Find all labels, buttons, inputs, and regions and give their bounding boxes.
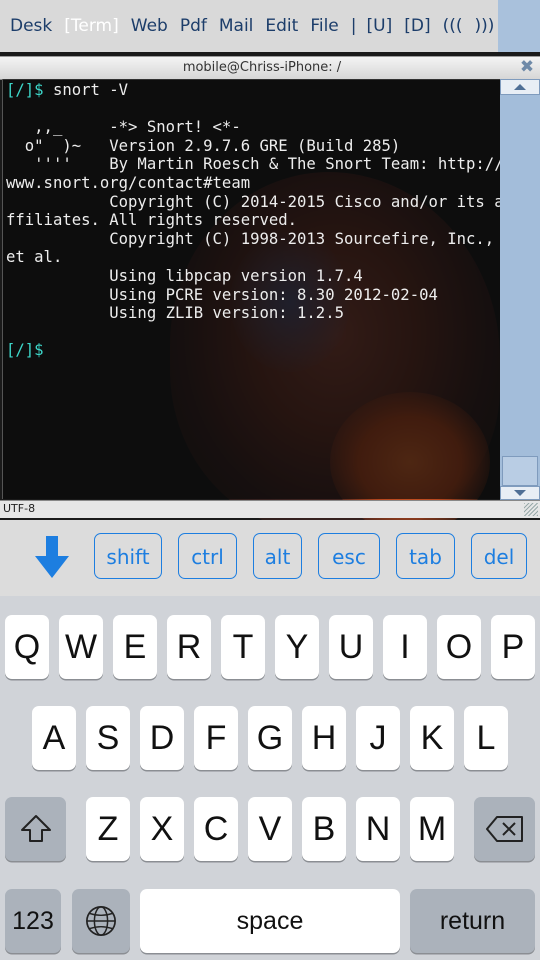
terminal-prompt: [/]$ <box>6 81 44 99</box>
space-key[interactable]: space <box>140 889 400 953</box>
key-p[interactable]: P <box>491 615 535 679</box>
key-l[interactable]: L <box>464 706 508 770</box>
tab-key[interactable]: tab <box>396 533 455 579</box>
terminal-line: ffiliates. All rights reserved. <box>6 211 298 230</box>
terminal-line: Copyright (C) 1998-2013 Sourcefire, Inc.… <box>6 229 495 248</box>
menu-mail[interactable]: Mail <box>219 16 254 36</box>
key-h[interactable]: H <box>302 706 346 770</box>
shift-arrow-icon <box>20 815 51 842</box>
menu-separator: | <box>350 16 357 36</box>
terminal-line: Using ZLIB version: 1.2.5 <box>6 304 344 323</box>
key-x[interactable]: X <box>140 797 184 861</box>
menubar-edge <box>498 0 540 52</box>
menu-term[interactable]: [Term] <box>64 16 118 36</box>
hide-keyboard-arrow-icon[interactable] <box>34 534 70 580</box>
menu-scroll-down[interactable]: [D] <box>404 16 430 36</box>
globe-icon <box>86 906 116 936</box>
menu-web[interactable]: Web <box>131 16 168 36</box>
key-v[interactable]: V <box>248 797 292 861</box>
on-screen-keyboard: Q W E R T Y U I O P A S D F G H J K L Z … <box>0 596 540 960</box>
key-t[interactable]: T <box>221 615 265 679</box>
key-q[interactable]: Q <box>5 615 49 679</box>
extra-keys-row: shift ctrl alt esc tab del <box>0 520 540 596</box>
terminal-line: ,,_ -*> Snort! <*- <box>6 118 241 137</box>
terminal-scrollbar[interactable] <box>500 79 540 500</box>
terminal-line: o" )~ Version 2.9.7.6 GRE (Build 285) <box>6 136 401 155</box>
key-c[interactable]: C <box>194 797 238 861</box>
key-k[interactable]: K <box>410 706 454 770</box>
key-j[interactable]: J <box>356 706 400 770</box>
del-key[interactable]: del <box>471 533 527 579</box>
key-b[interactable]: B <box>302 797 346 861</box>
key-n[interactable]: N <box>356 797 400 861</box>
menu-desk[interactable]: Desk <box>10 16 52 36</box>
terminal-window: mobile@Chriss-iPhone: / ✖ [/]$ snort -V … <box>0 56 540 518</box>
menu-volume-left[interactable]: ((( <box>443 16 463 36</box>
key-z[interactable]: Z <box>86 797 130 861</box>
shift-keyboard-key[interactable] <box>5 797 66 861</box>
close-icon[interactable]: ✖ <box>518 58 536 76</box>
terminal-prompt: [/]$ <box>6 341 44 360</box>
app-menubar: Desk [Term] Web Pdf Mail Edit File | [U]… <box>0 0 540 52</box>
terminal-line: '''' By Martin Roesch & The Snort Team: … <box>6 155 504 174</box>
key-m[interactable]: M <box>410 797 454 861</box>
terminal-line: et al. <box>6 248 63 267</box>
scrollbar-thumb[interactable] <box>502 456 538 486</box>
menu-items: Desk [Term] Web Pdf Mail Edit File | [U]… <box>0 16 506 36</box>
key-f[interactable]: F <box>194 706 238 770</box>
resize-grip-icon[interactable] <box>524 503 538 516</box>
esc-key[interactable]: esc <box>318 533 380 579</box>
scroll-up-arrow-icon[interactable] <box>500 79 540 95</box>
terminal-line: Copyright (C) 2014-2015 Cisco and/or its… <box>6 192 504 211</box>
key-d[interactable]: D <box>140 706 184 770</box>
key-u[interactable]: U <box>329 615 373 679</box>
menu-scroll-up[interactable]: [U] <box>367 16 393 36</box>
key-a[interactable]: A <box>32 706 76 770</box>
key-e[interactable]: E <box>113 615 157 679</box>
menu-edit[interactable]: Edit <box>265 16 298 36</box>
terminal-output: [/]$ snort -V ,,_ -*> Snort! <*- o" )~ V… <box>6 81 504 360</box>
terminal-line: www.snort.org/contact#team <box>6 173 251 192</box>
terminal-line: Using libpcap version 1.7.4 <box>6 266 363 285</box>
backspace-icon <box>485 816 523 842</box>
scroll-down-arrow-icon[interactable] <box>500 486 540 500</box>
terminal-screen[interactable]: [/]$ snort -V ,,_ -*> Snort! <*- o" )~ V… <box>2 79 504 499</box>
alt-key[interactable]: alt <box>253 533 302 579</box>
key-y[interactable]: Y <box>275 615 319 679</box>
backspace-key[interactable] <box>474 797 535 861</box>
window-titlebar[interactable]: mobile@Chriss-iPhone: / ✖ <box>0 56 540 80</box>
shift-key[interactable]: shift <box>94 533 162 579</box>
globe-key[interactable] <box>72 889 130 953</box>
return-key[interactable]: return <box>410 889 535 953</box>
numbers-key[interactable]: 123 <box>5 889 61 953</box>
terminal-line: Using PCRE version: 8.30 2012-02-04 <box>6 285 438 304</box>
terminal-command: snort -V <box>43 81 129 99</box>
menu-pdf[interactable]: Pdf <box>180 16 207 36</box>
key-o[interactable]: O <box>437 615 481 679</box>
key-w[interactable]: W <box>59 615 103 679</box>
key-i[interactable]: I <box>383 615 427 679</box>
menu-volume-right[interactable]: ))) <box>474 16 494 36</box>
key-s[interactable]: S <box>86 706 130 770</box>
key-g[interactable]: G <box>248 706 292 770</box>
menu-file[interactable]: File <box>310 16 338 36</box>
key-r[interactable]: R <box>167 615 211 679</box>
window-title: mobile@Chriss-iPhone: / <box>182 60 342 75</box>
ctrl-key[interactable]: ctrl <box>178 533 237 579</box>
encoding-label: UTF-8 <box>3 502 36 515</box>
terminal-statusbar: UTF-8 <box>0 500 540 518</box>
